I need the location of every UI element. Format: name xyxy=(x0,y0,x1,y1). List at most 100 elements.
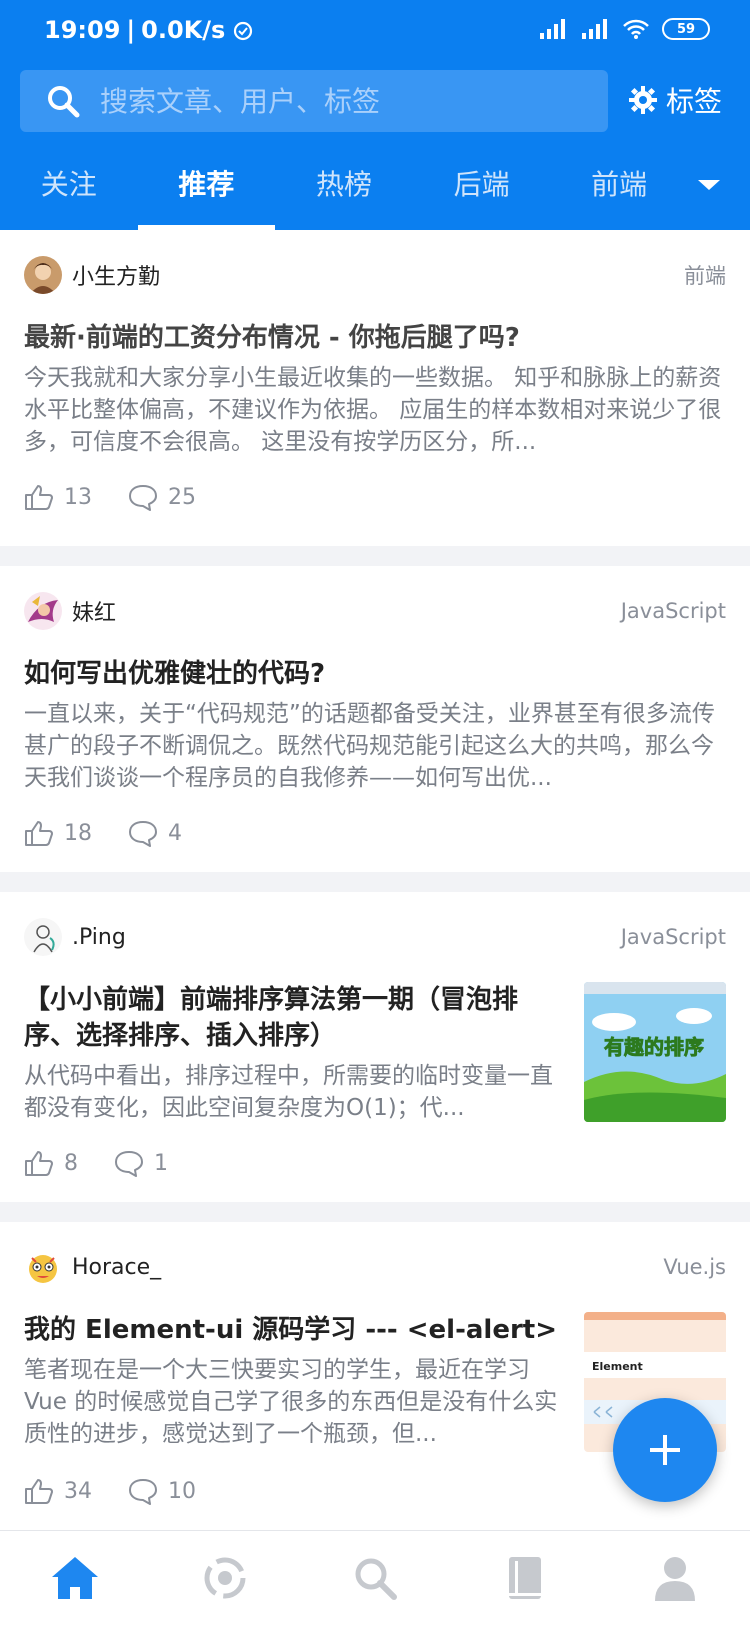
card-text: 我的 Element-ui 源码学习 --- <el-alert> 笔者现在是一… xyxy=(24,1312,560,1452)
comment-count: 10 xyxy=(168,1478,196,1504)
tab-frontend[interactable]: 前端 xyxy=(550,155,688,230)
like-button[interactable]: 8 xyxy=(24,1149,78,1177)
article-summary: 从代码中看出，排序过程中，所需要的临时变量一直都没有变化，因此空间复杂度为O(1… xyxy=(24,1063,553,1121)
gear-icon xyxy=(629,86,657,114)
wifi-icon xyxy=(623,19,649,39)
card-header: 小生方勤 前端 xyxy=(24,230,726,320)
thumbs-up-icon xyxy=(25,485,53,510)
article-card[interactable]: 小生方勤 前端 最新·前端的工资分布情况 - 你拖后腿了吗? 今天我就和大家分享… xyxy=(0,230,750,546)
like-button[interactable]: 13 xyxy=(24,483,92,511)
status-bar: 19:09 | 0.0K/s 59 xyxy=(0,0,750,60)
tab-hot[interactable]: 热榜 xyxy=(275,155,413,230)
comment-count: 1 xyxy=(154,1150,168,1176)
author-name: 小生方勤 xyxy=(72,265,161,290)
status-speed: 0.0K/s xyxy=(141,16,226,44)
avatar xyxy=(24,918,62,956)
thumbs-up-icon xyxy=(25,1479,53,1504)
status-time: 19:09 xyxy=(44,16,121,44)
comment-button[interactable]: 10 xyxy=(128,1477,196,1505)
battery-indicator: 59 xyxy=(662,18,710,40)
author[interactable]: .Ping xyxy=(24,918,126,956)
article-tag[interactable]: 前端 xyxy=(684,260,726,290)
status-left: 19:09 | 0.0K/s xyxy=(44,16,255,44)
card-footer: 13 25 xyxy=(24,458,726,536)
card-text: 【小小前端】前端排序算法第一期（冒泡排序、选择排序、插入排序） 从代码中看出，排… xyxy=(24,982,560,1124)
comment-button[interactable]: 1 xyxy=(114,1149,168,1177)
status-right: 59 xyxy=(538,18,710,40)
tag-button-label: 标签 xyxy=(666,85,723,118)
nav-profile[interactable] xyxy=(625,1538,725,1618)
user-icon xyxy=(655,1557,695,1601)
top-header: 19:09 | 0.0K/s 59 标签 关注 推荐 热榜 后端 前端 xyxy=(0,0,750,230)
nav-booklet[interactable] xyxy=(475,1538,575,1618)
card-body: 【小小前端】前端排序算法第一期（冒泡排序、选择排序、插入排序） 从代码中看出，排… xyxy=(24,982,726,1124)
like-count: 13 xyxy=(64,484,92,510)
tab-follow[interactable]: 关注 xyxy=(0,155,138,230)
card-header: .Ping JavaScript xyxy=(24,892,726,982)
author-name: Horace_ xyxy=(72,1254,162,1280)
comment-count: 25 xyxy=(168,484,196,510)
article-tag[interactable]: JavaScript xyxy=(621,925,726,949)
compose-fab-button[interactable] xyxy=(613,1398,717,1502)
article-title[interactable]: 【小小前端】前端排序算法第一期（冒泡排序、选择排序、插入排序） xyxy=(24,982,560,1054)
signal-icon xyxy=(540,19,565,39)
search-icon xyxy=(48,86,80,118)
comment-button[interactable]: 25 xyxy=(128,483,196,511)
author[interactable]: 妹红 xyxy=(24,592,116,630)
article-card[interactable]: .Ping JavaScript 【小小前端】前端排序算法第一期（冒泡排序、选择… xyxy=(0,892,750,1202)
thumbs-up-icon xyxy=(25,1151,53,1176)
article-title[interactable]: 我的 Element-ui 源码学习 --- <el-alert> xyxy=(24,1312,560,1348)
search-icon xyxy=(355,1558,397,1600)
nav-search[interactable] xyxy=(325,1538,425,1618)
avatar xyxy=(24,1248,62,1286)
like-count: 8 xyxy=(64,1150,78,1176)
comment-icon xyxy=(115,1151,143,1177)
nav-explore[interactable] xyxy=(175,1538,275,1618)
article-tag[interactable]: Vue.js xyxy=(663,1255,726,1279)
author[interactable]: 小生方勤 xyxy=(24,256,160,294)
like-button[interactable]: 34 xyxy=(24,1477,92,1505)
avatar xyxy=(24,256,62,294)
comment-icon xyxy=(129,821,157,847)
tab-recommend[interactable]: 推荐 xyxy=(137,155,276,230)
article-title[interactable]: 最新·前端的工资分布情况 - 你拖后腿了吗? xyxy=(24,320,726,356)
thumbs-up-icon xyxy=(25,821,53,846)
article-tag[interactable]: JavaScript xyxy=(621,599,726,623)
card-footer: 18 4 xyxy=(24,794,726,872)
tabs-expand-icon[interactable] xyxy=(698,180,720,190)
book-icon xyxy=(509,1557,541,1599)
article-feed: 小生方勤 前端 最新·前端的工资分布情况 - 你拖后腿了吗? 今天我就和大家分享… xyxy=(0,230,750,1562)
signal-hd-icon xyxy=(582,19,607,39)
thumbnail-caption: 有趣的排序 xyxy=(604,1035,704,1059)
card-footer: 8 1 xyxy=(24,1124,726,1202)
comment-count: 4 xyxy=(168,820,182,846)
category-tabs: 关注 推荐 热榜 后端 前端 xyxy=(0,155,750,230)
bottom-navigation xyxy=(0,1530,750,1625)
tag-button[interactable]: 标签 xyxy=(628,80,722,120)
article-title[interactable]: 如何写出优雅健壮的代码? xyxy=(24,656,726,692)
avatar xyxy=(24,592,62,630)
like-button[interactable]: 18 xyxy=(24,819,92,847)
article-thumbnail[interactable]: 有趣的排序 xyxy=(584,982,726,1122)
search-bar[interactable] xyxy=(20,70,608,132)
author-name: .Ping xyxy=(72,924,126,950)
nav-home[interactable] xyxy=(25,1538,125,1618)
home-icon xyxy=(52,1557,98,1599)
article-card[interactable]: 妹红 JavaScript 如何写出优雅健壮的代码? 一直以来，关于“代码规范”… xyxy=(0,566,750,872)
thumbnail-caption: Element xyxy=(592,1360,643,1373)
comment-icon xyxy=(129,485,157,511)
plus-icon xyxy=(650,1435,680,1465)
comment-button[interactable]: 4 xyxy=(128,819,182,847)
status-separator: | xyxy=(126,16,136,44)
like-count: 18 xyxy=(64,820,92,846)
article-summary: 笔者现在是一个大三快要实习的学生，最近在学习 Vue 的时候感觉自己学了很多的东… xyxy=(24,1357,558,1447)
like-count: 34 xyxy=(64,1478,92,1504)
article-summary: 今天我就和大家分享小生最近收集的一些数据。 知乎和脉脉上的薪资水平比整体偏高，不… xyxy=(24,365,722,455)
card-header: Horace_ Vue.js xyxy=(24,1222,726,1312)
search-input[interactable] xyxy=(100,84,560,118)
tab-backend[interactable]: 后端 xyxy=(413,155,551,230)
alarm-icon xyxy=(234,21,253,41)
article-summary: 一直以来，关于“代码规范”的话题都备受关注，业界甚至有很多流传甚广的段子不断调侃… xyxy=(24,701,715,791)
author[interactable]: Horace_ xyxy=(24,1248,161,1286)
explore-ring-icon xyxy=(204,1557,246,1599)
